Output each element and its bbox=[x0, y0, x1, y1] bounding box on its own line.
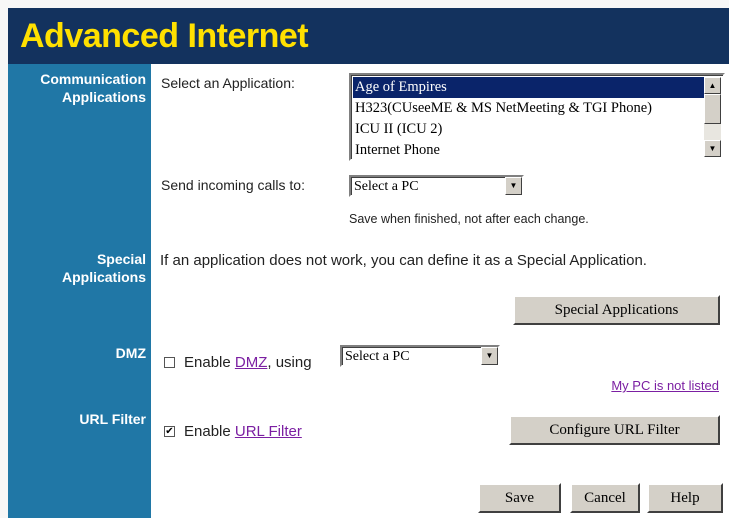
sidebar-label-line: Communication bbox=[40, 71, 146, 87]
dmz-select[interactable]: Select a PC ▼ bbox=[340, 345, 500, 367]
sidebar-label-line: Applications bbox=[61, 269, 146, 285]
special-applications-button[interactable]: Special Applications bbox=[513, 295, 720, 325]
list-item[interactable]: Age of Empires bbox=[353, 77, 707, 98]
chevron-down-icon[interactable]: ▼ bbox=[505, 177, 522, 195]
save-button[interactable]: Save bbox=[478, 483, 561, 513]
url-filter-enable-label: Enable URL Filter bbox=[184, 423, 302, 440]
sidebar-label-communication-applications: Communication Applications bbox=[40, 70, 146, 106]
sidebar-label-dmz: DMZ bbox=[115, 345, 146, 361]
url-filter-link[interactable]: URL Filter bbox=[235, 423, 302, 440]
help-button[interactable]: Help bbox=[647, 483, 723, 513]
configure-url-filter-button[interactable]: Configure URL Filter bbox=[509, 415, 720, 445]
save-note: Save when finished, not after each chang… bbox=[349, 212, 589, 226]
select-application-label: Select an Application: bbox=[161, 75, 295, 91]
sidebar-label-line: Applications bbox=[61, 89, 146, 105]
cancel-button[interactable]: Cancel bbox=[570, 483, 640, 513]
sidebar-label-line: Special bbox=[96, 251, 146, 267]
dmz-checkbox[interactable] bbox=[164, 357, 175, 368]
sidebar-label-special-applications: Special Applications bbox=[62, 250, 146, 286]
url-filter-checkbox[interactable]: ✔ bbox=[164, 426, 175, 437]
application-listbox[interactable]: Age of Empires H323(CUseeME & MS NetMeet… bbox=[349, 73, 725, 161]
my-pc-not-listed-link[interactable]: My PC is not listed bbox=[611, 378, 719, 393]
dmz-select-value: Select a PC bbox=[345, 349, 410, 364]
page-title: Advanced Internet bbox=[20, 17, 309, 55]
list-item[interactable]: Internet Phone bbox=[353, 140, 707, 161]
url-filter-enable-text: Enable bbox=[184, 423, 235, 440]
dmz-enable-label: Enable DMZ, using bbox=[184, 354, 312, 371]
list-item[interactable]: ICU II (ICU 2) bbox=[353, 119, 707, 140]
sidebar-label-url-filter: URL Filter bbox=[79, 411, 146, 427]
special-applications-text: If an application does not work, you can… bbox=[160, 252, 647, 269]
dmz-enable-text: Enable bbox=[184, 354, 235, 371]
chevron-down-icon[interactable]: ▼ bbox=[481, 347, 498, 365]
scroll-up-arrow-icon[interactable]: ▲ bbox=[704, 77, 721, 94]
send-calls-select-value: Select a PC bbox=[354, 179, 419, 194]
list-item[interactable]: H323(CUseeME & MS NetMeeting & TGI Phone… bbox=[353, 98, 707, 119]
page-header: Advanced Internet bbox=[8, 8, 729, 64]
scroll-down-arrow-icon[interactable]: ▼ bbox=[704, 140, 721, 157]
dmz-link[interactable]: DMZ bbox=[235, 354, 268, 371]
dmz-using-text: , using bbox=[267, 354, 312, 371]
scroll-thumb[interactable] bbox=[704, 94, 721, 124]
sidebar: Communication Applications Special Appli… bbox=[8, 64, 151, 518]
send-calls-select[interactable]: Select a PC ▼ bbox=[349, 175, 524, 197]
listbox-scrollbar[interactable]: ▲ ▼ bbox=[704, 77, 721, 157]
send-calls-label: Send incoming calls to: bbox=[161, 177, 305, 193]
